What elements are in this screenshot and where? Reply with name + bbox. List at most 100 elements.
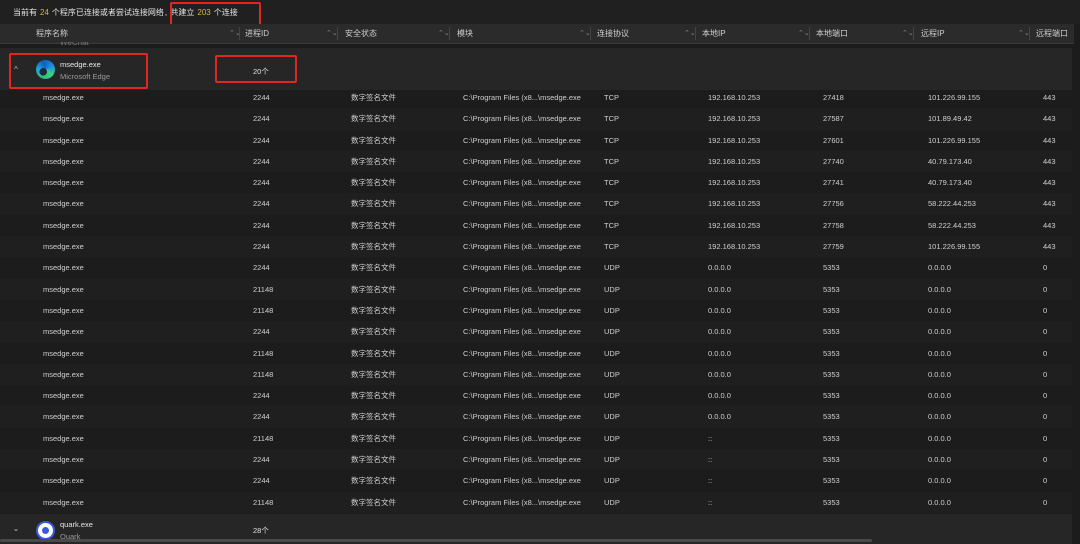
cell-pid: 2244 xyxy=(253,178,270,188)
summary-total-prefix: 共建立 xyxy=(170,8,195,17)
table-row[interactable]: msedge.exe 2244 数字签名文件 C:\Program Files (x8… xyxy=(0,172,1072,193)
column-divider[interactable] xyxy=(239,27,240,40)
cell-local-ip: 192.168.10.253 xyxy=(708,135,761,145)
cell-local-ip: 192.168.10.253 xyxy=(708,220,761,230)
column-header-module[interactable]: 模块 xyxy=(457,24,473,43)
sort-icon[interactable]: ⌃⌄ xyxy=(902,24,914,43)
cell-local-port: 5353 xyxy=(823,433,840,443)
cell-security: 数字签名文件 xyxy=(351,156,396,166)
cell-remote-ip: 0.0.0.0 xyxy=(928,455,951,465)
table-row[interactable]: msedge.exe 21148 数字签名文件 C:\Program Files (x… xyxy=(0,343,1072,364)
cell-module: C:\Program Files (x8...\msedge.exe xyxy=(463,135,581,145)
cell-remote-port: 0 xyxy=(1043,263,1048,273)
summary-separator: , xyxy=(164,8,168,17)
sort-icon[interactable]: ⌃⌄ xyxy=(1018,24,1030,43)
cell-remote-ip: 0.0.0.0 xyxy=(928,263,951,273)
vertical-scrollbar[interactable] xyxy=(1074,24,1080,544)
column-header-remote-port[interactable]: 远程端口 xyxy=(1036,24,1068,43)
sort-icon[interactable]: ⌃⌄ xyxy=(798,24,810,43)
group-app-name: quark.exe xyxy=(60,520,93,529)
table-row[interactable]: msedge.exe 2244 数字签名文件 C:\Program Files (x8… xyxy=(0,215,1072,236)
cell-pid: 21148 xyxy=(253,284,274,294)
cell-module: C:\Program Files (x8...\msedge.exe xyxy=(463,412,581,422)
column-header-local-port[interactable]: 本地端口 xyxy=(816,24,848,43)
column-divider[interactable] xyxy=(449,27,450,40)
table-row[interactable]: msedge.exe 2244 数字签名文件 C:\Program Files (x8… xyxy=(0,150,1072,173)
cell-local-ip: 0.0.0.0 xyxy=(708,412,731,422)
cell-protocol: TCP xyxy=(604,114,619,124)
cell-local-ip: 192.168.10.253 xyxy=(708,156,761,166)
table-row[interactable]: msedge.exe 21148 数字签名文件 C:\Program Files (x… xyxy=(0,491,1072,513)
column-header-program[interactable]: 程序名称 xyxy=(36,24,68,43)
column-divider[interactable] xyxy=(590,27,591,40)
group-connection-count: 28个 xyxy=(253,526,269,535)
table-row[interactable]: msedge.exe 21148 数字签名文件 C:\Program Files (x… xyxy=(0,278,1072,300)
cell-remote-port: 443 xyxy=(1043,114,1056,124)
column-header-local-ip[interactable]: 本地IP xyxy=(702,24,726,43)
column-header-protocol[interactable]: 连接协议 xyxy=(597,24,629,43)
cell-protocol: UDP xyxy=(604,391,620,401)
cell-local-ip: 192.168.10.253 xyxy=(708,114,761,124)
previous-group-label: WeChat xyxy=(60,42,89,47)
column-divider[interactable] xyxy=(913,27,914,40)
cell-pid: 21148 xyxy=(253,369,274,379)
column-divider[interactable] xyxy=(337,27,338,40)
cell-protocol: UDP xyxy=(604,305,620,315)
cell-security: 数字签名文件 xyxy=(351,412,396,422)
column-header-security[interactable]: 安全状态 xyxy=(345,24,377,43)
table-row[interactable]: msedge.exe 2244 数字签名文件 C:\Program Files (x8… xyxy=(0,236,1072,258)
table-row[interactable]: msedge.exe 2244 数字签名文件 C:\Program Files (x8… xyxy=(0,449,1072,471)
column-divider[interactable] xyxy=(809,27,810,40)
table-row[interactable]: msedge.exe 2244 数字签名文件 C:\Program Files (x8… xyxy=(0,108,1072,130)
table-row[interactable]: msedge.exe 2244 数字签名文件 C:\Program Files (x8… xyxy=(0,193,1072,215)
column-divider[interactable] xyxy=(1029,27,1030,40)
table-row[interactable]: msedge.exe 2244 数字签名文件 C:\Program Files (x8… xyxy=(0,470,1072,491)
cell-security: 数字签名文件 xyxy=(351,369,396,379)
cell-pid: 21148 xyxy=(253,305,274,315)
cell-program-name: msedge.exe xyxy=(43,476,84,486)
table-row[interactable]: msedge.exe 21148 数字签名文件 C:\Program Files (x… xyxy=(0,428,1072,449)
table-row[interactable]: msedge.exe 2244 数字签名文件 C:\Program Files (x8… xyxy=(0,385,1072,406)
cell-remote-port: 0 xyxy=(1043,433,1048,443)
cell-local-ip: 0.0.0.0 xyxy=(708,284,731,294)
cell-protocol: UDP xyxy=(604,497,620,507)
cell-security: 数字签名文件 xyxy=(351,263,396,273)
table-row[interactable]: msedge.exe 2244 数字签名文件 C:\Program Files (x8… xyxy=(0,130,1072,151)
group-row-msedge[interactable]: ^ msedge.exe Microsoft Edge 20个 xyxy=(0,48,1072,90)
cell-program-name: msedge.exe xyxy=(43,135,84,145)
cell-local-ip: 192.168.10.253 xyxy=(708,242,761,252)
column-header-remote-ip[interactable]: 远程IP xyxy=(921,24,945,43)
cell-protocol: UDP xyxy=(604,476,620,486)
horizontal-scrollbar[interactable] xyxy=(0,539,872,542)
cell-remote-ip: 0.0.0.0 xyxy=(928,412,951,422)
cell-remote-ip: 0.0.0.0 xyxy=(928,433,951,443)
cell-module: C:\Program Files (x8...\msedge.exe xyxy=(463,433,581,443)
cell-program-name: msedge.exe xyxy=(43,433,84,443)
summary-bar: 当前有 24 个程序已连接或者尝试连接网络, 共建立 203 个连接 xyxy=(0,0,1080,24)
cell-local-port: 5353 xyxy=(823,369,840,379)
table-row[interactable]: msedge.exe 2244 数字签名文件 C:\Program Files (x8… xyxy=(0,321,1072,343)
cell-local-port: 5353 xyxy=(823,263,840,273)
sort-icon[interactable]: ⌃⌄ xyxy=(579,24,591,43)
cell-security: 数字签名文件 xyxy=(351,93,396,102)
table-row[interactable]: msedge.exe 21148 数字签名文件 C:\Program Files (x… xyxy=(0,363,1072,386)
sort-icon[interactable]: ⌃⌄ xyxy=(326,24,338,43)
column-divider[interactable] xyxy=(695,27,696,40)
table-row[interactable]: msedge.exe 2244 数字签名文件 C:\Program Files (x8… xyxy=(0,257,1072,278)
cell-remote-ip: 0.0.0.0 xyxy=(928,284,951,294)
table-row[interactable]: msedge.exe 21148 数字签名文件 C:\Program Files (x… xyxy=(0,300,1072,321)
cell-local-port: 5353 xyxy=(823,412,840,422)
cell-remote-ip: 0.0.0.0 xyxy=(928,391,951,401)
cell-remote-port: 443 xyxy=(1043,156,1056,166)
sort-icon[interactable]: ⌃⌄ xyxy=(438,24,450,43)
table-row[interactable]: msedge.exe 2244 数字签名文件 C:\Program Files (x8… xyxy=(0,406,1072,428)
cell-security: 数字签名文件 xyxy=(351,455,396,465)
sort-icon[interactable]: ⌃⌄ xyxy=(684,24,696,43)
chevron-down-icon[interactable]: ⌄ xyxy=(11,524,21,533)
chevron-up-icon[interactable]: ^ xyxy=(11,65,21,74)
column-header-pid[interactable]: 进程ID xyxy=(245,24,269,43)
table-row[interactable]: msedge.exe 2244 数字签名文件 C:\Program Files (x8… xyxy=(0,87,1072,108)
cell-local-ip: 192.168.10.253 xyxy=(708,93,761,102)
cell-security: 数字签名文件 xyxy=(351,135,396,145)
cell-protocol: UDP xyxy=(604,433,620,443)
